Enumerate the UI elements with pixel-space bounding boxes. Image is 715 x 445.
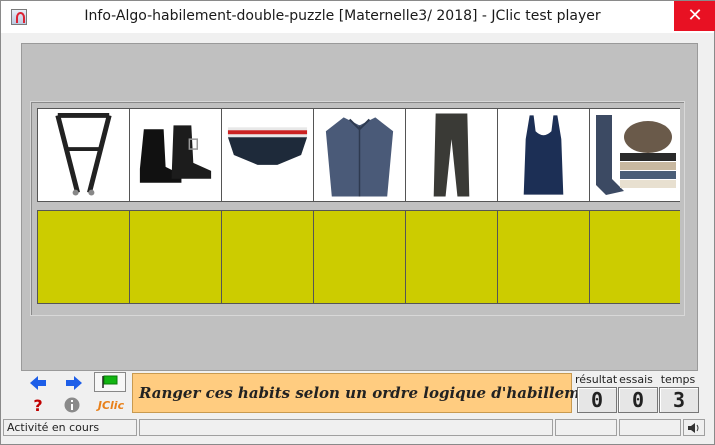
- next-activity-button[interactable]: [62, 373, 86, 393]
- shirt-icon: [325, 117, 394, 197]
- arrow-right-icon: [66, 376, 82, 390]
- status-bar: Activité en cours: [2, 418, 714, 438]
- tries-label: essais: [619, 373, 653, 386]
- status-text: Activité en cours: [3, 419, 137, 436]
- target-slot[interactable]: [590, 211, 680, 303]
- message-box: Ranger ces habits selon un ordre logique…: [132, 373, 614, 413]
- briefs-icon: [227, 127, 308, 165]
- trousers-icon: [433, 113, 470, 197]
- status-progress: [139, 419, 553, 436]
- status-cell-2: [555, 419, 617, 436]
- previous-activity-button[interactable]: [26, 373, 50, 393]
- target-slot[interactable]: [314, 211, 406, 303]
- target-slot[interactable]: [498, 211, 590, 303]
- arrow-left-icon: [30, 376, 46, 390]
- suspenders-icon: [55, 112, 112, 196]
- restart-button[interactable]: [94, 372, 126, 392]
- info-button[interactable]: [60, 395, 84, 415]
- question-mark-icon: ?: [33, 395, 43, 415]
- target-slot[interactable]: [222, 211, 314, 303]
- tank-top-icon: [523, 115, 564, 195]
- target-slot[interactable]: [38, 211, 130, 303]
- info-icon: [64, 397, 80, 413]
- app-window: Info-Algo-habilement-double-puzzle [Mate…: [0, 0, 715, 445]
- window-title: Info-Algo-habilement-double-puzzle [Mate…: [84, 8, 601, 24]
- close-button[interactable]: ✕: [674, 1, 715, 31]
- piece-shirt[interactable]: [314, 109, 406, 201]
- socks-icon: [596, 115, 676, 195]
- title-bar: Info-Algo-habilement-double-puzzle [Mate…: [1, 1, 715, 33]
- score-counter: 0: [577, 387, 617, 413]
- piece-suspenders[interactable]: [38, 109, 130, 201]
- green-flag-icon: [102, 375, 118, 388]
- instruction-text: Ranger ces habits selon un ordre logique…: [139, 384, 614, 402]
- puzzle-board: [30, 101, 685, 316]
- piece-boots[interactable]: [130, 109, 222, 201]
- status-cell-3: [619, 419, 681, 436]
- piece-socks[interactable]: [590, 109, 680, 201]
- source-panel: [37, 108, 680, 202]
- score-label: résultat: [575, 373, 618, 386]
- sound-button[interactable]: [683, 419, 705, 436]
- tries-counter: 0: [618, 387, 658, 413]
- piece-briefs[interactable]: [222, 109, 314, 201]
- target-panel: [37, 210, 680, 304]
- java-app-icon: [11, 9, 27, 25]
- activity-stage: [21, 43, 698, 371]
- client-area: ? JClic Ranger ces habits selon un ordre…: [2, 34, 714, 444]
- help-button[interactable]: ?: [26, 395, 50, 415]
- time-counter: 3: [659, 387, 699, 413]
- target-slot[interactable]: [406, 211, 498, 303]
- speaker-icon: [688, 422, 699, 433]
- piece-trousers[interactable]: [406, 109, 498, 201]
- jclic-logo[interactable]: JClic: [96, 395, 126, 415]
- boots-icon: [139, 125, 212, 183]
- piece-tank-top[interactable]: [498, 109, 590, 201]
- target-slot[interactable]: [130, 211, 222, 303]
- control-bar: ? JClic Ranger ces habits selon un ordre…: [2, 369, 714, 417]
- time-label: temps: [660, 373, 696, 386]
